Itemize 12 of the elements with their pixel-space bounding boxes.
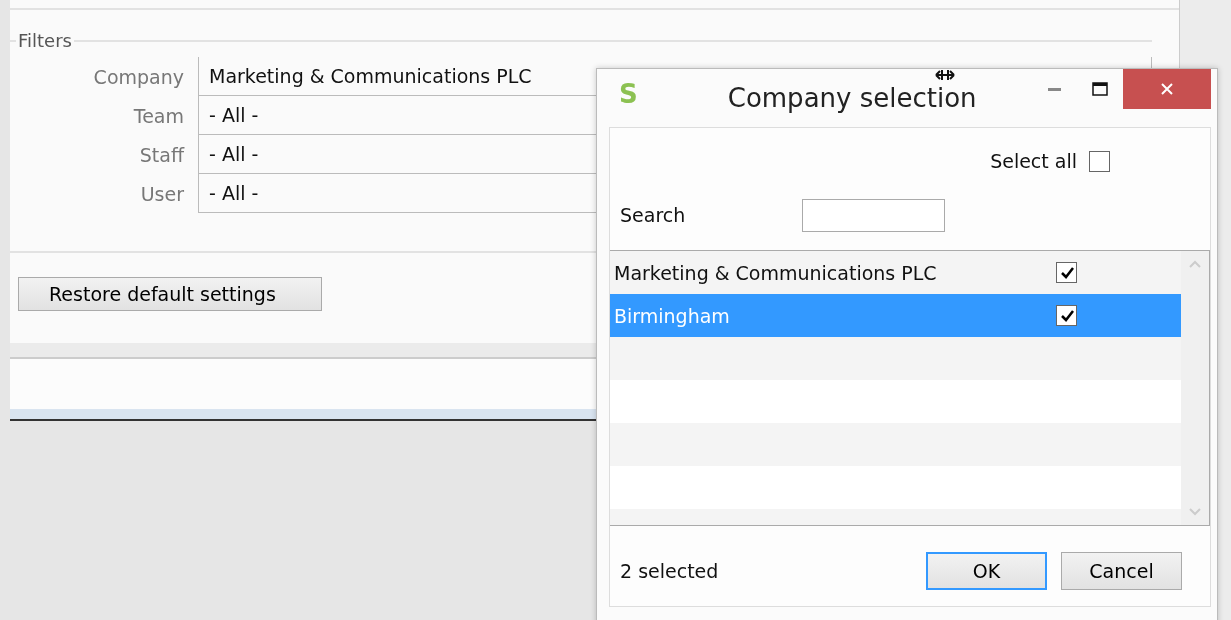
app-logo: S: [619, 79, 638, 109]
field-label: User: [139, 182, 185, 205]
dialog-title: Company selection: [727, 83, 977, 113]
company-name: Birmingham: [614, 304, 731, 327]
company-name: Marketing & Communications PLC: [614, 261, 938, 284]
field-label: Staff: [138, 143, 186, 166]
search-label: Search: [620, 204, 687, 226]
selection-count: 2 selected: [620, 560, 720, 582]
select-all-label: Select all: [990, 150, 1077, 172]
field-label: Company: [92, 65, 185, 88]
field-label: Team: [132, 104, 185, 127]
filters-legend: Filters: [16, 30, 74, 51]
